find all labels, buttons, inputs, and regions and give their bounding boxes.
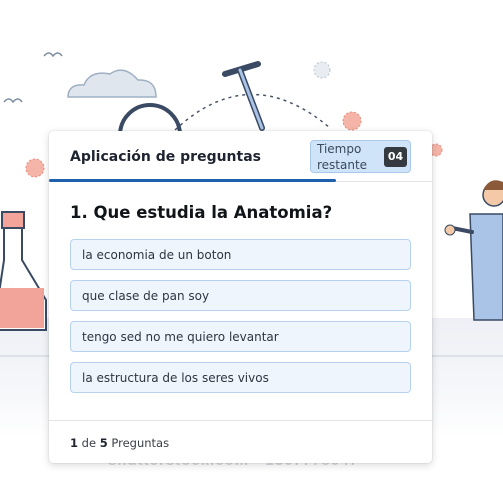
scientist-hand <box>444 224 456 236</box>
instrument-arm <box>222 61 265 131</box>
answer-option-label: tengo sed no me quiero levantar <box>82 330 279 344</box>
answer-option[interactable]: la economia de un boton <box>70 239 411 270</box>
scientist-body <box>469 213 503 321</box>
time-progress-bar <box>49 179 336 182</box>
quiz-card: Aplicación de preguntas Tiempo restante … <box>49 131 432 463</box>
timer-panel: Tiempo restante 04 <box>310 140 411 173</box>
current-question-number: 1 <box>70 436 79 450</box>
virus-shape <box>342 111 362 131</box>
answer-option-label: la estructura de los seres vivos <box>82 371 269 385</box>
virus-shape <box>313 61 331 79</box>
flask-liquid <box>0 288 44 328</box>
question-counter: 1 de 5 Preguntas <box>70 436 169 450</box>
answer-option-label: la economia de un boton <box>82 248 232 262</box>
timer-label: Tiempo restante <box>317 142 368 172</box>
scientist-hair <box>483 180 503 190</box>
bird-shape <box>43 52 63 58</box>
cloud-shape <box>67 69 157 98</box>
counter-suffix: Preguntas <box>111 436 170 450</box>
app-title: Aplicación de preguntas <box>70 149 261 165</box>
bird-shape <box>3 98 23 104</box>
answer-option[interactable]: que clase de pan soy <box>70 280 411 311</box>
answer-option[interactable]: la estructura de los seres vivos <box>70 362 411 393</box>
question-text: 1. Que estudia la Anatomia? <box>70 203 333 222</box>
timer-count: 04 <box>384 147 407 167</box>
answer-option-label: que clase de pan soy <box>82 289 210 303</box>
card-footer: 1 de 5 Preguntas <box>49 420 432 463</box>
virus-shape <box>25 158 45 178</box>
answer-options: la economia de un boton que clase de pan… <box>70 239 411 403</box>
flask-cap <box>1 211 25 229</box>
total-questions-number: 5 <box>99 436 108 450</box>
answer-option[interactable]: tengo sed no me quiero levantar <box>70 321 411 352</box>
instrument-arm <box>238 68 264 130</box>
counter-of-label: de <box>81 436 97 450</box>
card-header: Aplicación de preguntas Tiempo restante … <box>49 131 432 182</box>
